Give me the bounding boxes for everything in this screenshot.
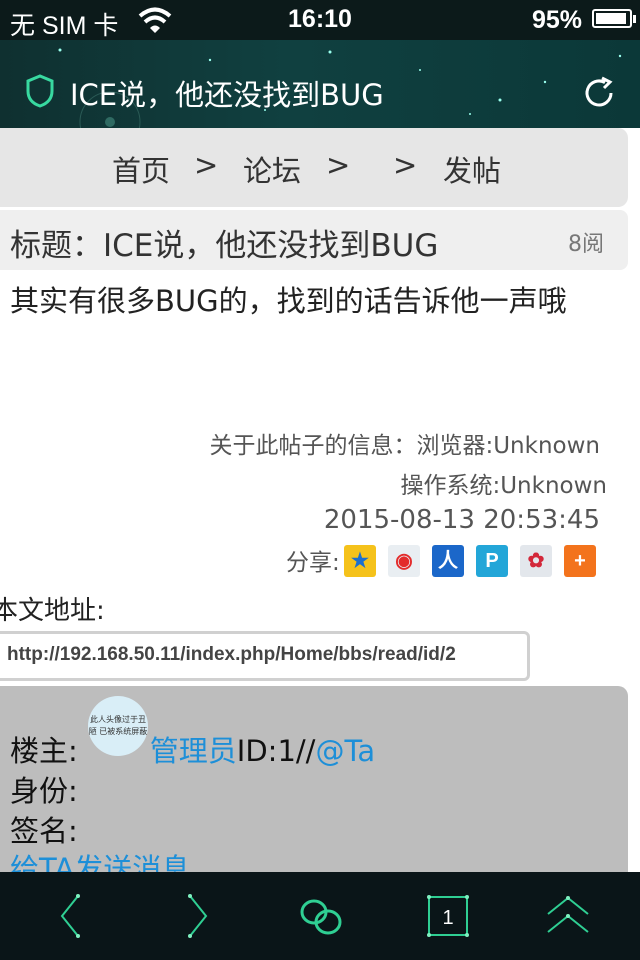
breadcrumb-separator: > — [194, 148, 219, 182]
bottom-toolbar: 1 — [0, 872, 640, 960]
os-info: 操作系统:Unknown — [400, 473, 607, 499]
address-value[interactable]: http://192.168.50.11/index.php/Home/bbs/… — [7, 644, 456, 666]
reload-icon[interactable] — [582, 76, 616, 110]
battery-percent: 95% — [531, 6, 582, 34]
breadcrumb-separator: > — [326, 148, 351, 182]
owner-id: ID:1// — [236, 734, 316, 768]
breadcrumb-home[interactable]: 首页 — [112, 148, 170, 190]
back-icon[interactable] — [40, 886, 100, 946]
post-title: 标题：ICE说，他还没找到BUG — [10, 228, 439, 264]
breadcrumb-forum[interactable]: 论坛 — [243, 148, 301, 190]
at-link[interactable]: @Ta — [315, 734, 375, 768]
breadcrumb-separator: > — [393, 148, 418, 182]
breadcrumb: 首页 > 论坛 > > 发帖 — [0, 128, 628, 207]
owner-card: 此人头像过于丑陋 已被系统屏蔽 楼主: 管理员ID:1//@Ta 身份: 签名: … — [0, 686, 628, 886]
info-label: 关于此帖子的信息： — [209, 433, 417, 459]
address-label: 本文地址: — [0, 596, 105, 626]
view-count: 8阅 — [568, 232, 604, 257]
status-bar: 无 SIM 卡 16:10 95% — [0, 0, 640, 40]
pengyou-icon[interactable]: P — [476, 545, 508, 577]
forward-icon[interactable] — [168, 886, 228, 946]
owner-name-link[interactable]: 管理员 — [150, 734, 237, 768]
tabs-icon[interactable]: 1 — [418, 886, 478, 946]
owner-row: 楼主: 管理员ID:1//@Ta — [10, 728, 375, 770]
tencent-weibo-icon[interactable]: ✿ — [520, 545, 552, 577]
signature-label: 签名: — [10, 814, 78, 848]
more-share-icon[interactable]: + — [564, 545, 596, 577]
shield-icon — [26, 74, 54, 108]
breadcrumb-post[interactable]: 发帖 — [443, 148, 501, 190]
post-content: 其实有很多BUG的，找到的话告诉他一声哦 — [10, 284, 567, 318]
tab-count: 1 — [442, 907, 453, 929]
page-title: ICE说，他还没找到BUG — [70, 78, 384, 112]
scroll-top-icon[interactable] — [538, 886, 598, 946]
address-field[interactable]: http://192.168.50.11/index.php/Home/bbs/… — [0, 631, 530, 681]
post-date: 2015-08-13 20:53:45 — [323, 505, 600, 535]
owner-label: 楼主: — [10, 734, 78, 768]
post-title-row: 标题：ICE说，他还没找到BUG 8阅 — [0, 210, 628, 270]
identity-label: 身份: — [10, 774, 78, 808]
qzone-icon[interactable]: ★ — [344, 545, 376, 577]
weibo-icon[interactable]: ◉ — [388, 545, 420, 577]
battery-icon — [592, 9, 636, 28]
share-label: 分享: — [286, 550, 340, 576]
browser-title-bar: ICE说，他还没找到BUG — [0, 40, 640, 128]
browser-info: 浏览器:Unknown — [416, 433, 600, 459]
post-info: 关于此帖子的信息：浏览器:Unknown — [209, 426, 600, 460]
renren-icon[interactable]: 人 — [432, 545, 464, 577]
menu-icon[interactable] — [290, 886, 350, 946]
